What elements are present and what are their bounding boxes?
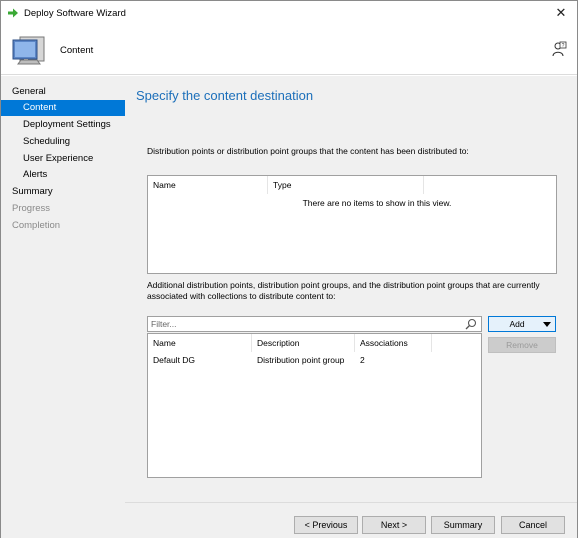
additional-label: Additional distribution points, distribu…: [147, 280, 540, 301]
destination-list[interactable]: Name Description Associations Default DG…: [147, 333, 482, 478]
content-panel: Specify the content destination Distribu…: [125, 76, 577, 502]
arrow-right-icon: [8, 8, 18, 18]
wizard-footer: < Previous Next > Summary Cancel: [125, 502, 577, 538]
cancel-button[interactable]: Cancel: [501, 516, 565, 534]
help-person-icon[interactable]: ?: [551, 41, 567, 57]
wizard-header: Content ?: [1, 25, 577, 75]
row-associations: 2: [360, 355, 365, 365]
nav-item-deployment-settings[interactable]: Deployment Settings: [1, 117, 125, 133]
filter-input[interactable]: Filter...: [147, 316, 482, 332]
column-header-name[interactable]: Name: [148, 334, 252, 352]
title-bar: Deploy Software Wizard ✕: [1, 1, 577, 25]
nav-item-general[interactable]: General: [1, 84, 125, 100]
nav-item-content[interactable]: Content: [1, 100, 125, 116]
nav-item-user-experience[interactable]: User Experience: [1, 151, 125, 167]
nav-item-alerts[interactable]: Alerts: [1, 167, 125, 183]
remove-button: Remove: [488, 337, 556, 353]
page-heading: Specify the content destination: [136, 88, 314, 103]
wizard-window: Deploy Software Wizard ✕ Content ? Gener…: [0, 0, 578, 538]
nav-item-scheduling[interactable]: Scheduling: [1, 134, 125, 150]
nav-item-completion: Completion: [12, 220, 61, 231]
header-title: Content: [60, 45, 94, 56]
previous-button[interactable]: < Previous: [294, 516, 358, 534]
column-header-description[interactable]: Description: [252, 334, 355, 352]
column-header-name[interactable]: Name: [148, 176, 268, 194]
summary-button[interactable]: Summary: [431, 516, 495, 534]
add-button-label: Add: [509, 319, 525, 329]
next-button[interactable]: Next >: [362, 516, 426, 534]
chevron-down-icon: [543, 322, 551, 327]
distributed-list[interactable]: Name Type There are no items to show in …: [147, 175, 557, 274]
filter-placeholder: Filter...: [151, 319, 177, 329]
column-header-type[interactable]: Type: [268, 176, 424, 194]
add-button[interactable]: Add: [488, 316, 556, 332]
row-description: Distribution point group: [257, 355, 345, 365]
distributed-label: Distribution points or distribution poin…: [147, 146, 469, 156]
search-icon[interactable]: [465, 318, 477, 330]
close-button[interactable]: ✕: [551, 3, 571, 23]
nav-item-progress: Progress: [12, 203, 51, 214]
row-name: Default DG: [153, 355, 196, 365]
nav-item-summary[interactable]: Summary: [1, 184, 125, 200]
window-title: Deploy Software Wizard: [24, 8, 126, 19]
computer-icon: [12, 36, 45, 65]
column-header-associations[interactable]: Associations: [355, 334, 432, 352]
empty-list-message: There are no items to show in this view.: [302, 198, 452, 208]
svg-text:?: ?: [562, 43, 565, 49]
wizard-nav: General Content Deployment Settings Sche…: [1, 76, 125, 538]
